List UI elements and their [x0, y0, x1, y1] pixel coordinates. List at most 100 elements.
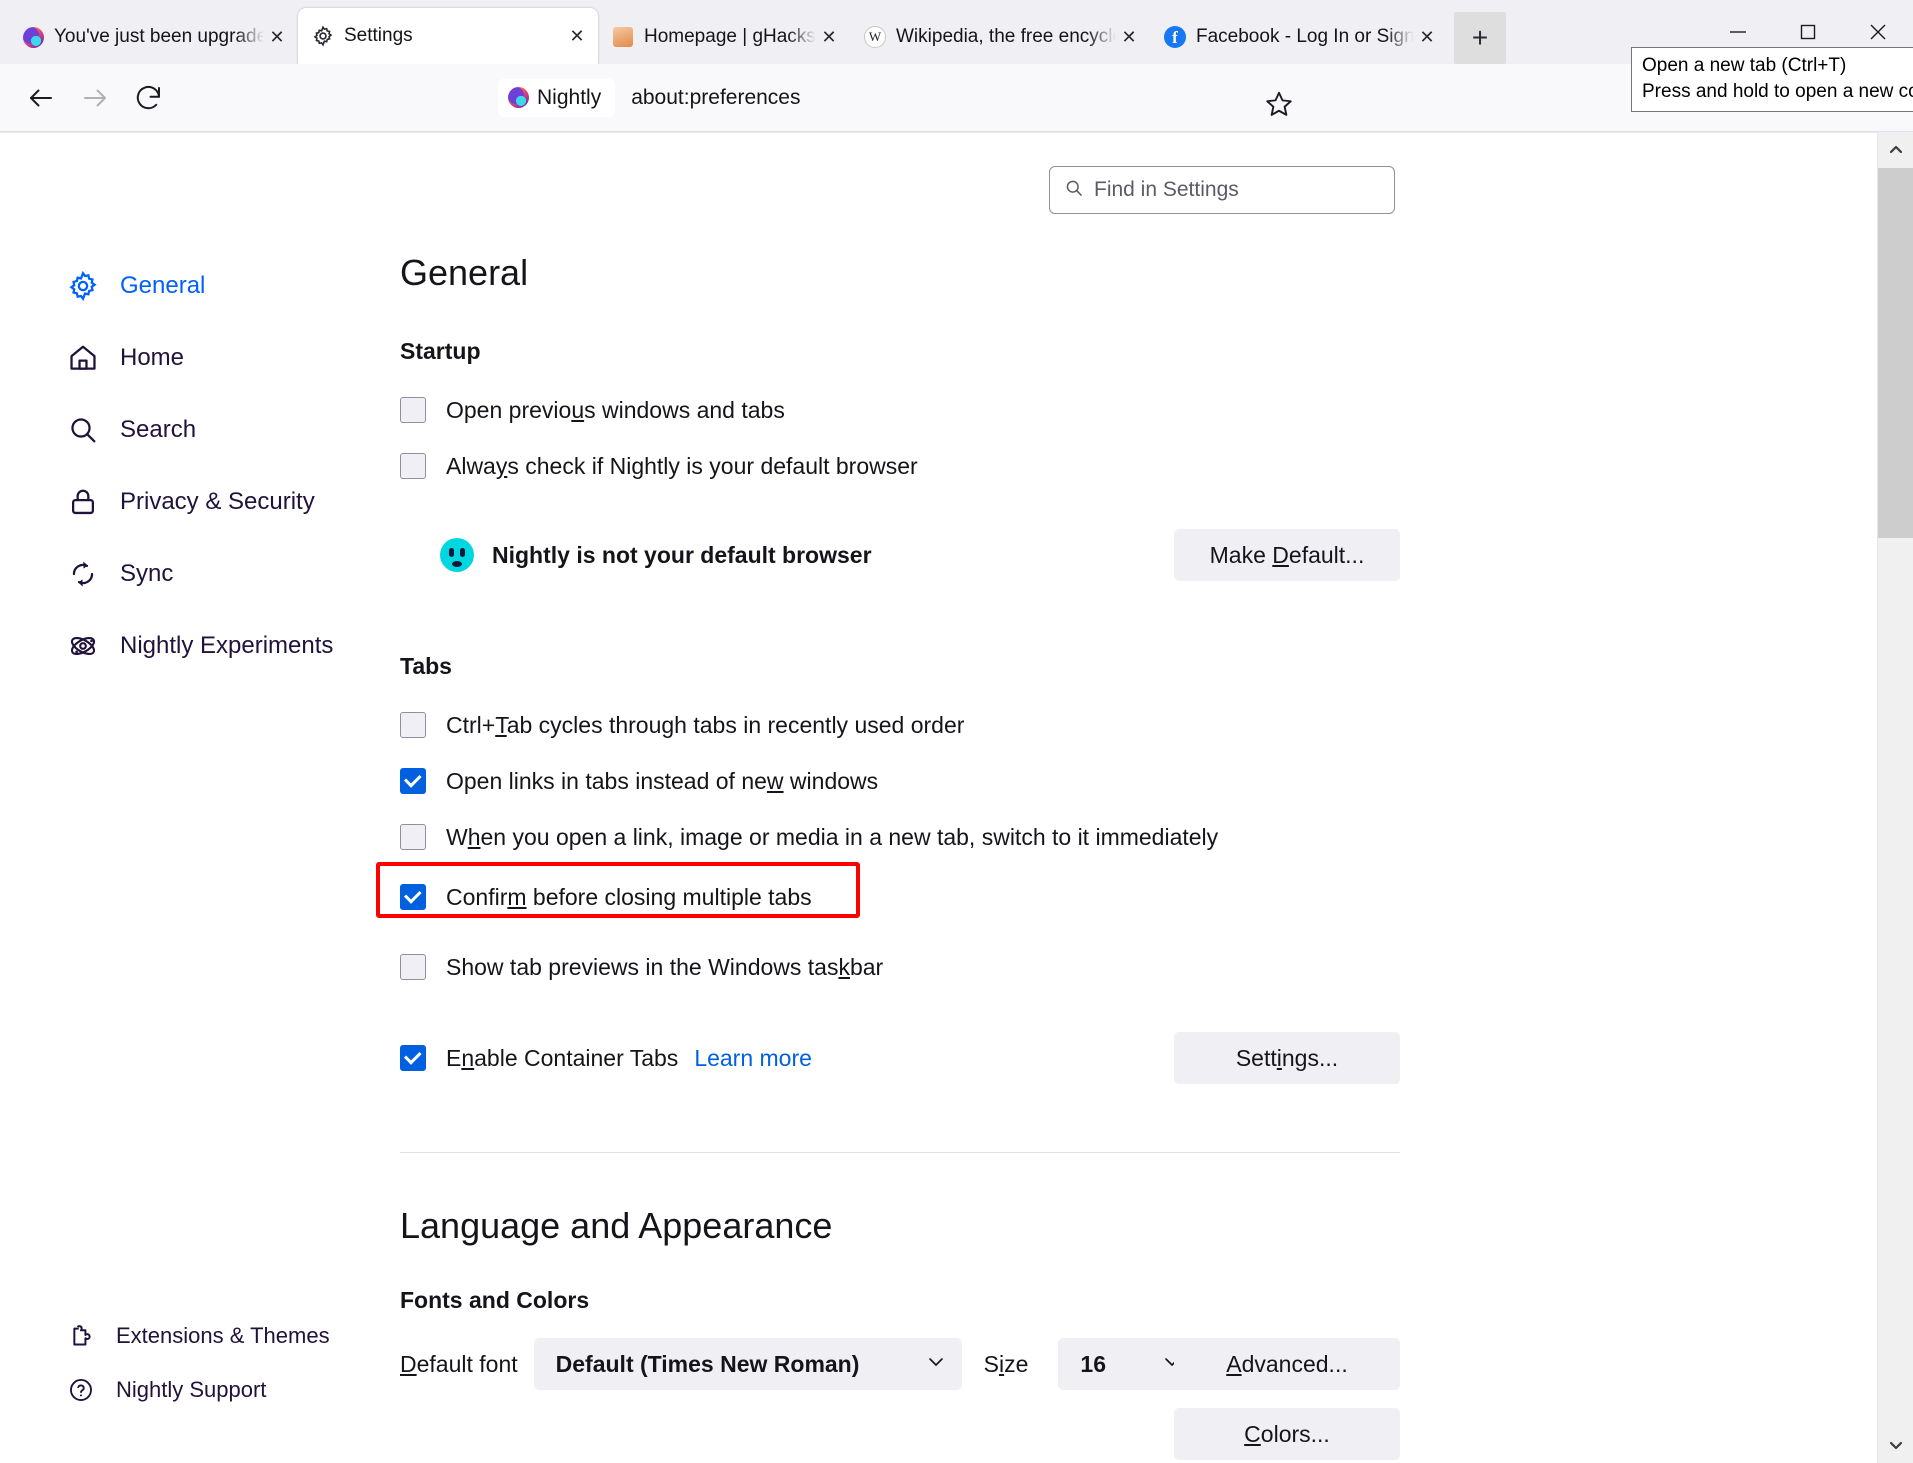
status-badge: Nightly is not your default browser — [492, 541, 872, 568]
settings-sidebar: General Home Search Privacy & Security S… — [0, 132, 400, 1463]
checkbox-label: Show tab previews in the Windows taskbar — [446, 953, 884, 980]
sidebar-item-label: Nightly Experiments — [120, 632, 334, 659]
checkbox[interactable] — [400, 954, 426, 980]
browser-window: You've just been upgraded t ✕ Settings ✕… — [0, 0, 1913, 1463]
checkbox-row-always-check-default[interactable]: Always check if Nightly is your default … — [400, 443, 1400, 489]
atom-icon — [66, 629, 100, 663]
browser-tab-active[interactable]: Settings ✕ — [298, 8, 598, 64]
facebook-icon: f — [1164, 26, 1186, 48]
identity-label: Nightly — [537, 85, 602, 109]
checkbox-row-switch-to-new-tab[interactable]: When you open a link, image or media in … — [400, 814, 1400, 860]
default-font-value: Default (Times New Roman) — [555, 1350, 860, 1377]
scroll-up-arrow-icon[interactable] — [1878, 132, 1913, 168]
sidebar-item-label: Nightly Support — [116, 1377, 267, 1402]
checkbox-label: Confirm before closing multiple tabs — [446, 883, 812, 910]
question-circle-icon — [66, 1375, 96, 1405]
bookmark-star-icon[interactable] — [1259, 84, 1299, 124]
make-default-button[interactable]: Make Default... — [1174, 529, 1400, 581]
checkbox-label: When you open a link, image or media in … — [446, 823, 1219, 850]
checkbox-row-confirm-before-closing[interactable]: Confirm before closing multiple tabs — [376, 862, 1400, 920]
checkbox-row-enable-container-tabs[interactable]: Enable Container Tabs Learn more Setting… — [400, 1026, 1400, 1090]
sidebar-item-label: Privacy & Security — [120, 488, 315, 515]
sidebar-item-label: Extensions & Themes — [116, 1323, 330, 1348]
learn-more-link[interactable]: Learn more — [694, 1045, 812, 1072]
checkbox[interactable] — [400, 768, 426, 794]
close-icon[interactable]: ✕ — [1116, 24, 1142, 50]
identity-chip[interactable]: Nightly — [498, 78, 616, 117]
chevron-down-icon — [926, 1354, 946, 1374]
search-icon — [1064, 178, 1084, 203]
sidebar-item-nightly-support[interactable]: Nightly Support — [0, 1363, 400, 1417]
browser-tab[interactable]: f Facebook - Log In or Sign U ✕ — [1150, 10, 1448, 64]
sidebar-item-sync[interactable]: Sync — [0, 538, 400, 610]
checkbox-row-show-tab-previews[interactable]: Show tab previews in the Windows taskbar — [400, 944, 1400, 990]
sidebar-item-privacy-security[interactable]: Privacy & Security — [0, 466, 400, 538]
default-browser-status-row: Nightly is not your default browser Make… — [440, 523, 1400, 587]
reload-button[interactable] — [122, 74, 176, 122]
checkbox[interactable] — [400, 712, 426, 738]
navigation-toolbar: Nightly about:preferences — [0, 64, 1913, 132]
firefox-nightly-icon — [508, 87, 529, 108]
checkbox-label: Open links in tabs instead of new window… — [446, 767, 879, 794]
tooltip-line-2: Press and hold to open a new conta — [1642, 80, 1913, 102]
checkbox-row-ctrl-tab[interactable]: Ctrl+Tab cycles through tabs in recently… — [400, 702, 1400, 748]
section-divider — [400, 1152, 1400, 1153]
tab-title: Facebook - Log In or Sign U — [1196, 26, 1414, 47]
section-heading-tabs: Tabs — [400, 653, 452, 679]
checkbox-row-open-previous[interactable]: Open previous windows and tabs — [400, 387, 1400, 433]
sidebar-item-general[interactable]: General — [0, 250, 400, 322]
close-icon[interactable]: ✕ — [816, 24, 842, 50]
checkbox-row-open-links-in-tabs[interactable]: Open links in tabs instead of new window… — [400, 758, 1400, 804]
sidebar-item-extensions-themes[interactable]: Extensions & Themes — [0, 1309, 400, 1363]
close-icon[interactable]: ✕ — [564, 23, 590, 49]
puzzle-piece-icon — [66, 1321, 96, 1351]
sidebar-footer: Extensions & Themes Nightly Support — [0, 1309, 400, 1417]
page-title: General — [400, 252, 529, 293]
scrollbar-thumb[interactable] — [1878, 168, 1913, 538]
sidebar-item-nightly-experiments[interactable]: Nightly Experiments — [0, 610, 400, 682]
browser-tab[interactable]: W Wikipedia, the free encyclop ✕ — [850, 10, 1150, 64]
gear-icon — [312, 25, 334, 47]
close-icon[interactable]: ✕ — [1414, 24, 1440, 50]
checkbox[interactable] — [400, 884, 426, 910]
sidebar-item-label: Home — [120, 344, 185, 371]
tab-title: Wikipedia, the free encyclop — [896, 26, 1116, 47]
search-box[interactable] — [1049, 166, 1395, 214]
search-input[interactable] — [1094, 178, 1364, 202]
close-icon[interactable]: ✕ — [264, 24, 290, 50]
sidebar-item-label: General — [120, 272, 206, 299]
settings-page: General Home Search Privacy & Security S… — [0, 132, 1913, 1463]
colors-button[interactable]: Colors... — [1174, 1408, 1400, 1460]
checkbox[interactable] — [400, 824, 426, 850]
lock-icon — [66, 485, 100, 519]
firefox-nightly-icon — [22, 26, 44, 48]
tab-title: You've just been upgraded t — [54, 26, 264, 47]
new-tab-button[interactable]: + — [1454, 12, 1506, 64]
default-font-row: Default font Default (Times New Roman) S… — [400, 1336, 1400, 1392]
find-in-settings — [1049, 166, 1395, 214]
home-icon — [66, 341, 100, 375]
browser-tab[interactable]: Homepage | gHacks Techno ✕ — [598, 10, 850, 64]
tab-title: Homepage | gHacks Techno — [644, 26, 816, 47]
tab-strip: You've just been upgraded t ✕ Settings ✕… — [0, 0, 1913, 64]
gear-icon — [66, 269, 100, 303]
settings-main: General Startup Open previous windows an… — [376, 252, 1400, 1462]
checkbox[interactable] — [400, 453, 426, 479]
checkbox-label: Open previous windows and tabs — [446, 396, 785, 423]
sidebar-item-label: Search — [120, 416, 197, 443]
sidebar-item-search[interactable]: Search — [0, 394, 400, 466]
scroll-down-arrow-icon[interactable] — [1878, 1427, 1913, 1463]
browser-tab[interactable]: You've just been upgraded t ✕ — [8, 10, 298, 64]
vertical-scrollbar[interactable] — [1877, 132, 1913, 1463]
back-button[interactable] — [14, 74, 68, 122]
forward-button[interactable] — [68, 74, 122, 122]
checkbox[interactable] — [400, 1045, 426, 1071]
wikipedia-icon: W — [864, 26, 886, 48]
section-heading-language-appearance: Language and Appearance — [400, 1205, 833, 1246]
default-font-select[interactable]: Default (Times New Roman) — [533, 1338, 962, 1390]
new-tab-tooltip: Open a new tab (Ctrl+T) Press and hold t… — [1631, 47, 1913, 113]
checkbox[interactable] — [400, 397, 426, 423]
sidebar-item-home[interactable]: Home — [0, 322, 400, 394]
container-settings-button[interactable]: Settings... — [1174, 1032, 1400, 1084]
advanced-fonts-button[interactable]: Advanced... — [1174, 1338, 1400, 1390]
